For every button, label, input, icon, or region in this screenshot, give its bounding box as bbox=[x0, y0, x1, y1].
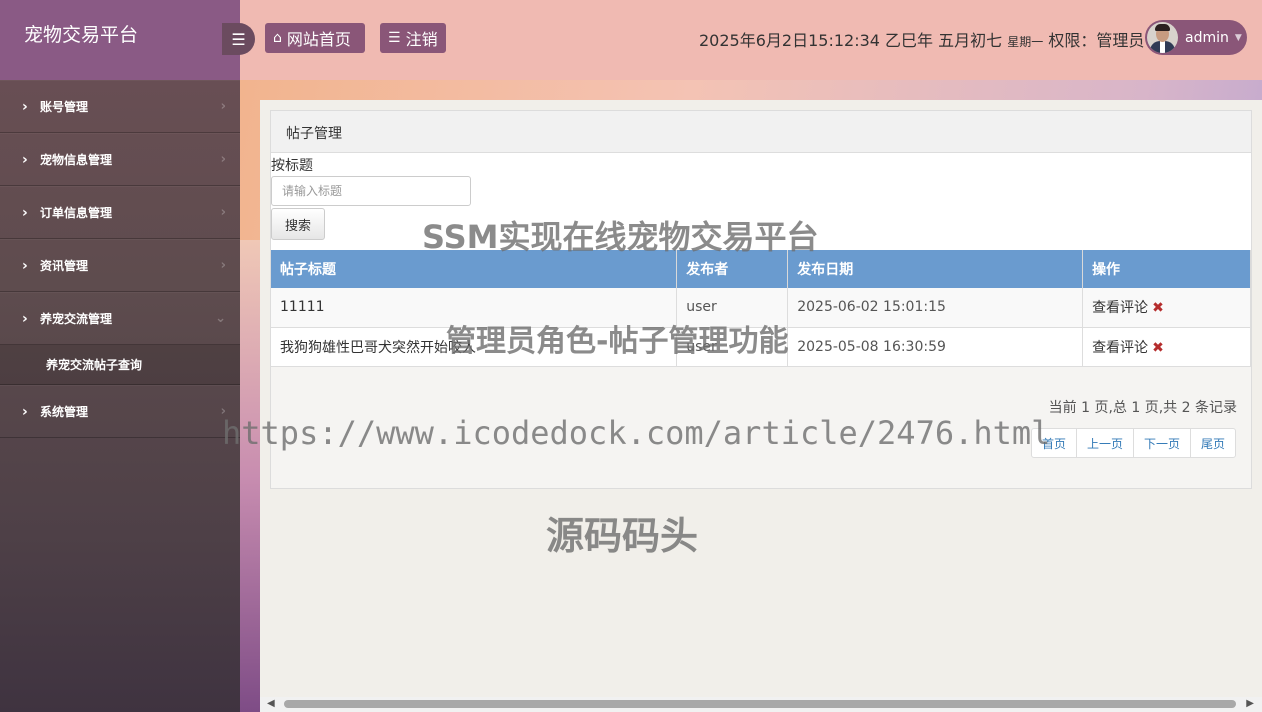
post-author: user bbox=[676, 288, 789, 328]
search-input[interactable] bbox=[271, 176, 471, 206]
avatar bbox=[1147, 22, 1178, 53]
sidebar-item-label: 资讯管理 bbox=[40, 259, 89, 273]
chevron-right-icon: › bbox=[22, 151, 28, 168]
chevron-right-icon: › bbox=[220, 258, 226, 273]
view-comments-link[interactable]: 查看评论 bbox=[1092, 340, 1148, 356]
weekday: 星期一 bbox=[1007, 35, 1044, 49]
view-comments-link[interactable]: 查看评论 bbox=[1092, 300, 1148, 316]
chevron-right-icon: › bbox=[22, 310, 28, 327]
pager-info: 当前 1 页,总 1 页,共 2 条记录 bbox=[1048, 400, 1237, 416]
search-label: 按标题 bbox=[271, 158, 313, 174]
panel-title: 帖子管理 bbox=[271, 111, 1251, 153]
next-page-button[interactable]: 下一页 bbox=[1132, 428, 1191, 458]
home-icon: ⌂ bbox=[273, 30, 282, 46]
column-header-title: 帖子标题 bbox=[271, 250, 678, 288]
chevron-right-icon: › bbox=[220, 99, 226, 114]
content-gutter bbox=[240, 240, 260, 712]
table-row: 我狗狗雄性巴哥犬突然开始咬人 user 2025-05-08 16:30:59 … bbox=[271, 327, 1251, 367]
list-icon: ☰ bbox=[388, 30, 401, 46]
user-menu[interactable]: admin ▼ bbox=[1145, 20, 1247, 55]
chevron-right-icon: › bbox=[220, 205, 226, 220]
brand-title: 宠物交易平台 bbox=[0, 0, 240, 80]
sidebar-toggle-button[interactable]: ☰ bbox=[222, 23, 255, 55]
chevron-right-icon: › bbox=[22, 257, 28, 274]
post-date: 2025-06-02 15:01:15 bbox=[787, 288, 1084, 328]
prev-page-button[interactable]: 上一页 bbox=[1075, 428, 1134, 458]
sidebar-item-label: 账号管理 bbox=[40, 100, 89, 114]
column-header-author: 发布者 bbox=[676, 250, 789, 288]
scroll-right-icon[interactable]: ▶ bbox=[1246, 698, 1254, 709]
close-icon[interactable]: ✖ bbox=[1152, 340, 1164, 356]
first-page-button[interactable]: 首页 bbox=[1030, 428, 1077, 458]
sidebar-item-pet-exchange[interactable]: › 养宠交流管理 ⌄ bbox=[0, 292, 240, 345]
post-management-panel: 帖子管理 按标题 搜索 帖子标题 发布者 发布日期 操作 11111 user … bbox=[270, 110, 1252, 489]
chevron-right-icon: › bbox=[22, 403, 28, 420]
sidebar-item-news[interactable]: › 资讯管理 › bbox=[0, 239, 240, 292]
close-icon[interactable]: ✖ bbox=[1152, 300, 1164, 316]
chevron-right-icon: › bbox=[22, 98, 28, 115]
search-area: 按标题 搜索 bbox=[271, 153, 1251, 250]
post-actions: 查看评论 ✖ bbox=[1082, 288, 1251, 328]
header-info: 2025年6月2日15:12:34 乙巳年 五月初七 星期一 权限：管理员 bbox=[699, 27, 1144, 51]
scroll-left-icon[interactable]: ◀ bbox=[267, 698, 275, 709]
last-page-button[interactable]: 尾页 bbox=[1189, 428, 1236, 458]
pagination: 首页 上一页 下一页 尾页 bbox=[1030, 428, 1236, 458]
sidebar-item-system[interactable]: › 系统管理 › bbox=[0, 385, 240, 438]
post-actions: 查看评论 ✖ bbox=[1082, 327, 1251, 367]
permission: 权限：管理员 bbox=[1048, 31, 1145, 50]
scrollbar-thumb[interactable] bbox=[284, 700, 1236, 708]
caret-down-icon: ▼ bbox=[1234, 32, 1242, 43]
post-title: 我狗狗雄性巴哥犬突然开始咬人 bbox=[271, 327, 678, 367]
search-button[interactable]: 搜索 bbox=[271, 208, 325, 240]
column-header-action: 操作 bbox=[1082, 250, 1251, 288]
logout-button-label: 注销 bbox=[405, 30, 438, 49]
username: admin bbox=[1185, 29, 1229, 46]
datetime: 2025年6月2日15:12:34 乙巳年 五月初七 bbox=[699, 31, 1003, 50]
post-author: user bbox=[676, 327, 789, 367]
home-button[interactable]: ⌂ 网站首页 bbox=[265, 23, 365, 53]
sidebar-item-orders[interactable]: › 订单信息管理 › bbox=[0, 186, 240, 239]
home-button-label: 网站首页 bbox=[286, 30, 351, 49]
sidebar: 宠物交易平台 › 账号管理 › › 宠物信息管理 › › 订单信息管理 › › … bbox=[0, 0, 240, 712]
logout-button[interactable]: ☰ 注销 bbox=[380, 23, 446, 53]
sidebar-item-label: 养宠交流管理 bbox=[40, 312, 113, 326]
table-header-row: 帖子标题 发布者 发布日期 操作 bbox=[271, 250, 1251, 288]
chevron-right-icon: › bbox=[220, 152, 226, 167]
chevron-down-icon: ⌄ bbox=[215, 311, 226, 326]
post-date: 2025-05-08 16:30:59 bbox=[787, 327, 1084, 367]
sidebar-item-label: 宠物信息管理 bbox=[40, 153, 113, 167]
column-header-date: 发布日期 bbox=[787, 250, 1084, 288]
table-row: 11111 user 2025-06-02 15:01:15 查看评论 ✖ bbox=[271, 288, 1251, 328]
sidebar-item-account[interactable]: › 账号管理 › bbox=[0, 80, 240, 133]
sidebar-item-pet-info[interactable]: › 宠物信息管理 › bbox=[0, 133, 240, 186]
submenu-item-post-query[interactable]: 养宠交流帖子查询 bbox=[0, 345, 240, 385]
chevron-right-icon: › bbox=[22, 204, 28, 221]
chevron-right-icon: › bbox=[220, 404, 226, 419]
posts-table: 帖子标题 发布者 发布日期 操作 11111 user 2025-06-02 1… bbox=[271, 250, 1251, 367]
sidebar-item-label: 系统管理 bbox=[40, 405, 89, 419]
horizontal-scrollbar[interactable]: ◀ ▶ bbox=[260, 697, 1262, 712]
sidebar-item-label: 订单信息管理 bbox=[40, 206, 113, 220]
post-title: 11111 bbox=[271, 288, 678, 328]
header: ⌂ 网站首页 ☰ 注销 2025年6月2日15:12:34 乙巳年 五月初七 星… bbox=[240, 0, 1262, 80]
hamburger-icon: ☰ bbox=[231, 29, 246, 49]
